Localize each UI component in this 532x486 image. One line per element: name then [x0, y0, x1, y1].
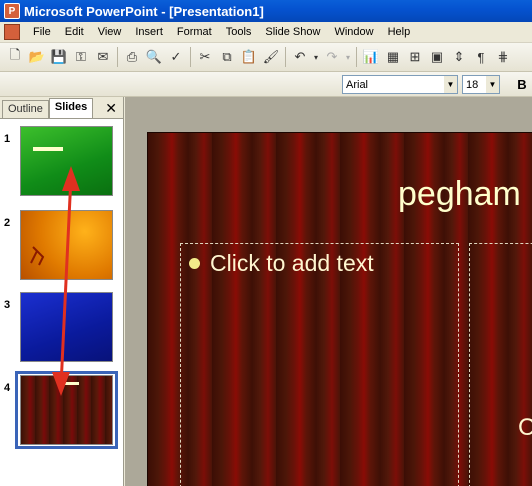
cut-icon[interactable]: ✂ [194, 46, 216, 68]
slide-thumbnail-4[interactable] [20, 375, 113, 445]
insert-chart-icon[interactable]: 📊 [360, 46, 382, 68]
save-icon[interactable]: 💾 [48, 46, 70, 68]
new-icon[interactable]: 🗋 [4, 46, 26, 68]
close-icon[interactable]: ✕ [105, 100, 117, 117]
window-title: Microsoft PowerPoint - [Presentation1] [24, 3, 264, 19]
content-placeholder-right[interactable]: C [469, 243, 532, 486]
tables-borders-icon[interactable]: ⊞ [404, 46, 426, 68]
slides-pane: Outline Slides ✕ 1 2 3 4 [0, 97, 124, 486]
redo-icon[interactable]: ↷ [321, 46, 343, 68]
slide-number-1: 1 [4, 133, 11, 145]
menu-view[interactable]: View [91, 23, 129, 42]
print-preview-icon[interactable]: 🔍 [143, 46, 165, 68]
menu-edit[interactable]: Edit [58, 23, 91, 42]
redo-dropdown-icon[interactable]: ▾ [343, 46, 353, 68]
email-icon[interactable]: ✉ [92, 46, 114, 68]
spelling-icon[interactable]: ✓ [165, 46, 187, 68]
font-size-dropdown[interactable]: 18 ▼ [462, 75, 500, 94]
standard-toolbar: 🗋 📂 💾 ⚿ ✉ ⎙ 🔍 ✓ ✂ ⧉ 📋 🖌 ↶ ▾ ↷ ▾ 📊 ▦ ⊞ ▣ … [0, 43, 532, 72]
tab-outline[interactable]: Outline [2, 100, 49, 118]
slide-number-2: 2 [4, 217, 11, 229]
slide-thumbnail-3[interactable] [20, 292, 113, 362]
menu-file[interactable]: File [26, 23, 58, 42]
show-formatting-icon[interactable]: ¶ [470, 46, 492, 68]
toolbar-separator [285, 47, 286, 67]
font-dropdown[interactable]: Arial ▼ [342, 75, 458, 94]
right-placeholder-text: C [518, 414, 532, 441]
toolbar-separator [356, 47, 357, 67]
format-painter-icon[interactable]: 🖌 [260, 46, 282, 68]
title-bar: P Microsoft PowerPoint - [Presentation1] [0, 0, 532, 22]
powerpoint-icon: P [4, 3, 20, 19]
tab-slides[interactable]: Slides [48, 98, 94, 118]
slide-thumbnail-2[interactable] [20, 210, 113, 280]
insert-table-icon[interactable]: ▦ [382, 46, 404, 68]
bullet-icon [189, 258, 200, 269]
bullet-placeholder-text: Click to add text [210, 250, 374, 276]
copy-icon[interactable]: ⧉ [216, 46, 238, 68]
chevron-down-icon[interactable]: ▼ [444, 76, 457, 93]
undo-icon[interactable]: ↶ [289, 46, 311, 68]
menu-tools[interactable]: Tools [219, 23, 259, 42]
thumbnail-title [61, 382, 79, 385]
slide-thumbnail-1[interactable] [20, 126, 113, 196]
thumbnail-figure [30, 246, 45, 266]
undo-dropdown-icon[interactable]: ▾ [311, 46, 321, 68]
slide-title[interactable]: pegham [398, 175, 521, 214]
toolbar-separator [117, 47, 118, 67]
menu-insert[interactable]: Insert [128, 23, 170, 42]
bold-button[interactable]: B [512, 75, 532, 94]
show-grid-icon[interactable]: ⋕ [492, 46, 514, 68]
font-size-value: 18 [466, 78, 479, 91]
menu-help[interactable]: Help [381, 23, 418, 42]
expand-all-icon[interactable]: ⇕ [448, 46, 470, 68]
font-value: Arial [346, 78, 369, 91]
document-icon[interactable] [4, 24, 20, 40]
print-icon[interactable]: ⎙ [121, 46, 143, 68]
chevron-down-icon[interactable]: ▼ [486, 76, 499, 93]
slide-number-3: 3 [4, 299, 11, 311]
bullet-row: Click to add text [189, 250, 374, 277]
current-slide[interactable]: pegham Click to add text C [147, 132, 532, 486]
permission-icon[interactable]: ⚿ [70, 46, 92, 68]
paste-icon[interactable]: 📋 [238, 46, 260, 68]
slide-editor: pegham Click to add text C [125, 97, 532, 486]
thumbnail-title [33, 147, 63, 151]
formatting-toolbar: Arial ▼ 18 ▼ B [0, 72, 532, 97]
menu-slide-show[interactable]: Slide Show [258, 23, 327, 42]
pane-tabs: Outline Slides ✕ [0, 97, 123, 119]
menu-window[interactable]: Window [327, 23, 380, 42]
toolbar-separator [190, 47, 191, 67]
open-icon[interactable]: 📂 [26, 46, 48, 68]
content-placeholder-left[interactable]: Click to add text [180, 243, 459, 486]
menu-format[interactable]: Format [170, 23, 219, 42]
menu-bar: File Edit View Insert Format Tools Slide… [0, 22, 532, 43]
slide-number-4: 4 [4, 382, 11, 394]
insert-picture-icon[interactable]: ▣ [426, 46, 448, 68]
